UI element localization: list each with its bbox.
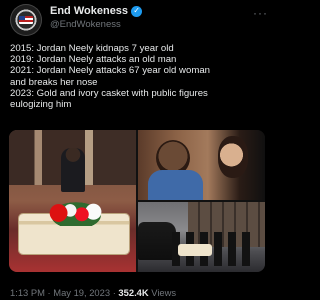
photo-mourner xyxy=(218,136,248,178)
display-name-line: End Wokeness ✓ xyxy=(50,5,143,17)
media-photo-procession[interactable] xyxy=(138,202,265,272)
media-photo-funeral-service[interactable] xyxy=(9,130,136,272)
media-photo-mourners[interactable] xyxy=(138,130,265,200)
photo-casket xyxy=(178,244,212,256)
photo-mourner-shirt xyxy=(148,170,203,200)
tweet-text: 2015: Jordan Neely kidnaps 7 year old 20… xyxy=(10,43,266,110)
photo-flowers xyxy=(47,200,105,226)
tweet-text-line: eulogizing him xyxy=(10,99,72,111)
tweet-text-line: 2021: Jordan Neely attacks 67 year old w… xyxy=(10,65,210,77)
tweet-media-grid xyxy=(9,130,265,272)
tweet-text-line: 2015: Jordan Neely kidnaps 7 year old xyxy=(10,43,174,54)
author-handle[interactable]: @EndWokeness xyxy=(50,19,142,30)
meta-separator: · xyxy=(112,287,116,298)
avatar[interactable] xyxy=(10,4,42,36)
verified-badge-icon[interactable]: ✓ xyxy=(131,5,143,17)
tweet-text-line: 2023: Gold and ivory casket with public … xyxy=(10,87,208,99)
author-display-name[interactable]: End Wokeness xyxy=(50,5,128,17)
tweet-text-line: and breaks her nose xyxy=(10,76,98,88)
tweet-meta: 1:13 PM · May 19, 2023 · 352.4K Views xyxy=(10,287,176,298)
views-count[interactable]: 352.4K xyxy=(118,287,148,298)
tweet-header: End Wokeness ✓ @EndWokeness ··· xyxy=(10,4,268,38)
meta-separator: · xyxy=(47,287,51,298)
tweet-text-line: 2019: Jordan Neely attacks an old man xyxy=(10,54,177,66)
tweet-time[interactable]: 1:13 PM xyxy=(10,287,45,298)
photo-speaker xyxy=(61,148,85,192)
tweet-date[interactable]: May 19, 2023 xyxy=(53,287,110,298)
author-names: End Wokeness ✓ @EndWokeness xyxy=(50,5,143,30)
views-label: Views xyxy=(151,287,177,298)
more-options-icon[interactable]: ··· xyxy=(253,6,268,20)
photo-hearse xyxy=(138,222,176,260)
